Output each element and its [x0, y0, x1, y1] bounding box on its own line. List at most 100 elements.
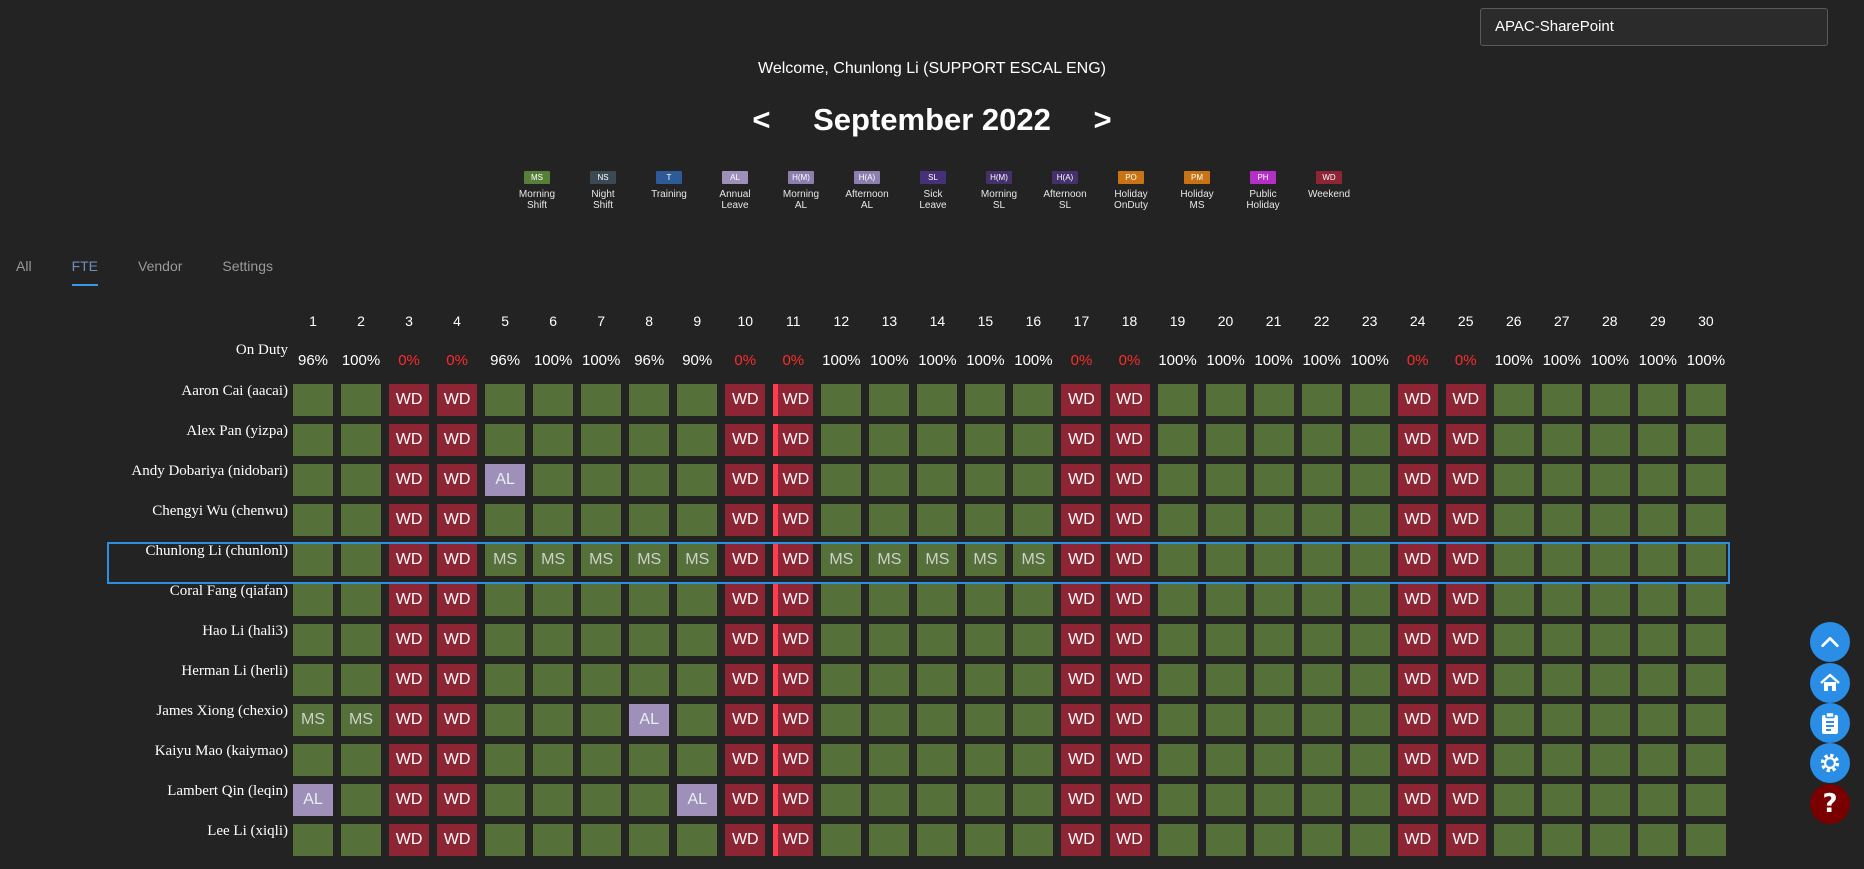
tab-settings[interactable]: Settings [222, 258, 273, 286]
roster-cell[interactable] [821, 704, 862, 736]
roster-cell[interactable] [341, 784, 382, 816]
roster-cell[interactable] [1301, 664, 1342, 696]
roster-cell[interactable] [1493, 744, 1534, 776]
roster-cell[interactable] [1013, 504, 1054, 536]
roster-cell[interactable] [341, 384, 382, 416]
roster-cell[interactable]: WD [1061, 824, 1102, 856]
roster-cell[interactable] [1205, 664, 1246, 696]
roster-cell[interactable]: WD [773, 424, 814, 456]
roster-cell[interactable]: WD [1109, 664, 1150, 696]
roster-cell[interactable] [1493, 584, 1534, 616]
roster-cell[interactable]: WD [1109, 624, 1150, 656]
roster-cell[interactable] [917, 504, 958, 536]
roster-cell[interactable]: WD [725, 584, 766, 616]
roster-cell[interactable]: WD [1445, 664, 1486, 696]
roster-cell[interactable]: WD [725, 504, 766, 536]
roster-cell[interactable]: WD [725, 744, 766, 776]
roster-cell[interactable] [1205, 464, 1246, 496]
roster-cell[interactable] [1637, 584, 1678, 616]
roster-cell[interactable] [1685, 464, 1726, 496]
roster-cell[interactable]: WD [437, 584, 478, 616]
roster-cell[interactable] [1493, 504, 1534, 536]
roster-cell[interactable] [869, 704, 910, 736]
roster-cell[interactable] [1685, 784, 1726, 816]
roster-cell[interactable] [1589, 584, 1630, 616]
roster-cell[interactable]: WD [389, 744, 430, 776]
roster-cell[interactable] [1541, 384, 1582, 416]
roster-cell[interactable] [1589, 624, 1630, 656]
roster-cell[interactable] [581, 744, 622, 776]
next-month-button[interactable]: > [1088, 102, 1118, 138]
roster-cell[interactable] [581, 664, 622, 696]
roster-cell[interactable] [533, 704, 574, 736]
roster-cell[interactable] [1157, 584, 1198, 616]
roster-cell[interactable]: WD [773, 464, 814, 496]
roster-cell[interactable]: WD [389, 664, 430, 696]
roster-cell[interactable] [869, 504, 910, 536]
roster-cell[interactable] [917, 384, 958, 416]
roster-cell[interactable]: WD [1397, 504, 1438, 536]
roster-cell[interactable] [869, 424, 910, 456]
roster-cell[interactable] [1685, 744, 1726, 776]
roster-cell[interactable] [1349, 464, 1390, 496]
roster-cell[interactable] [1637, 624, 1678, 656]
roster-cell[interactable]: WD [1397, 784, 1438, 816]
roster-cell[interactable] [1493, 464, 1534, 496]
roster-cell[interactable] [821, 624, 862, 656]
roster-cell[interactable]: WD [773, 504, 814, 536]
roster-cell[interactable] [293, 624, 333, 656]
roster-cell[interactable] [533, 584, 574, 616]
roster-cell[interactable] [869, 584, 910, 616]
roster-cell[interactable] [1253, 424, 1294, 456]
roster-cell[interactable] [1301, 424, 1342, 456]
roster-cell[interactable] [1253, 744, 1294, 776]
roster-cell[interactable] [1301, 504, 1342, 536]
roster-cell[interactable] [965, 424, 1006, 456]
roster-cell[interactable] [1541, 744, 1582, 776]
roster-cell[interactable] [1349, 704, 1390, 736]
roster-cell[interactable] [1205, 384, 1246, 416]
roster-cell[interactable]: WD [1397, 424, 1438, 456]
roster-cell[interactable]: WD [1061, 384, 1102, 416]
roster-cell[interactable] [965, 384, 1006, 416]
roster-cell[interactable] [1589, 424, 1630, 456]
roster-cell[interactable] [1541, 784, 1582, 816]
roster-cell[interactable]: AL [677, 784, 718, 816]
roster-cell[interactable] [1493, 824, 1534, 856]
roster-cell[interactable]: WD [1397, 704, 1438, 736]
roster-cell[interactable] [1685, 624, 1726, 656]
roster-cell[interactable] [917, 704, 958, 736]
roster-cell[interactable]: WD [1445, 424, 1486, 456]
roster-cell[interactable] [1013, 624, 1054, 656]
tab-fte[interactable]: FTE [71, 258, 99, 286]
roster-cell[interactable] [1637, 504, 1678, 536]
roster-cell[interactable] [629, 464, 670, 496]
roster-cell[interactable] [1349, 504, 1390, 536]
roster-cell[interactable] [341, 664, 382, 696]
roster-cell[interactable] [1685, 664, 1726, 696]
roster-cell[interactable] [341, 504, 382, 536]
roster-cell[interactable] [1013, 824, 1054, 856]
roster-cell[interactable] [581, 824, 622, 856]
roster-cell[interactable]: WD [1445, 744, 1486, 776]
roster-cell[interactable] [629, 424, 670, 456]
roster-cell[interactable]: WD [1445, 704, 1486, 736]
roster-cell[interactable] [1157, 624, 1198, 656]
roster-cell[interactable] [1637, 664, 1678, 696]
roster-cell[interactable]: WD [1445, 584, 1486, 616]
roster-cell[interactable]: WD [437, 824, 478, 856]
roster-cell[interactable] [821, 584, 862, 616]
roster-cell[interactable]: WD [725, 824, 766, 856]
roster-cell[interactable] [1157, 464, 1198, 496]
roster-cell[interactable] [965, 504, 1006, 536]
roster-cell[interactable] [1205, 784, 1246, 816]
roster-cell[interactable]: WD [389, 624, 430, 656]
roster-cell[interactable]: WD [389, 464, 430, 496]
roster-cell[interactable] [629, 384, 670, 416]
roster-cell[interactable] [869, 824, 910, 856]
roster-cell[interactable] [1349, 424, 1390, 456]
roster-cell[interactable] [1637, 384, 1678, 416]
tab-all[interactable]: All [16, 258, 32, 286]
roster-cell[interactable]: WD [389, 384, 430, 416]
roster-cell[interactable] [821, 504, 862, 536]
